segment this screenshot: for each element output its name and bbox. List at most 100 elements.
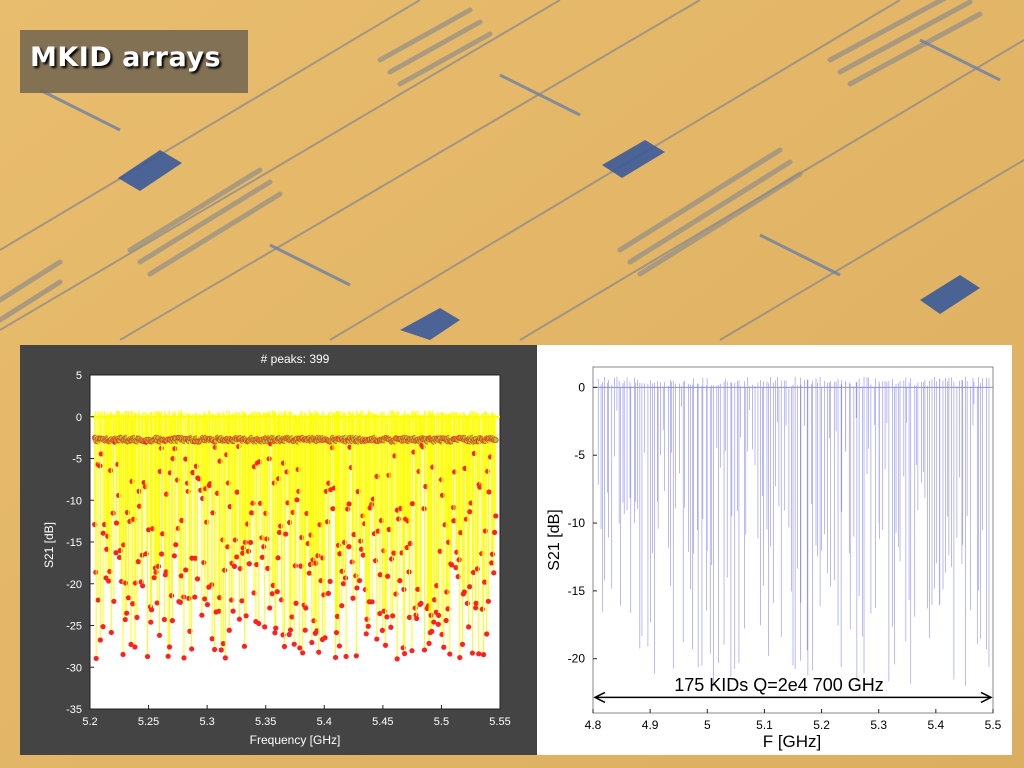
peak-marker	[382, 642, 389, 648]
peak-marker	[436, 612, 442, 618]
peak-marker	[239, 598, 245, 604]
chart-left-annotation: 399 KIDs Q=6e5 350 GHz	[195, 667, 405, 687]
peak-marker	[396, 516, 402, 522]
x-tick-label: 4.8	[585, 718, 602, 732]
peak-marker	[486, 489, 492, 495]
y-tick-label: -35	[66, 704, 82, 716]
peak-marker	[369, 599, 375, 605]
peak-marker	[489, 551, 496, 557]
peak-marker	[325, 590, 332, 597]
peak-marker	[491, 570, 497, 576]
peak-marker	[125, 595, 132, 601]
peak-marker	[291, 641, 297, 647]
peak-marker	[144, 653, 151, 660]
peak-marker	[464, 600, 470, 606]
peak-marker	[429, 628, 435, 634]
peak-marker	[456, 557, 462, 563]
peak-marker	[155, 563, 162, 569]
x-tick-label: 5.5	[985, 718, 1002, 732]
peak-marker	[262, 624, 268, 630]
peak-marker	[124, 610, 130, 616]
peak-marker	[493, 513, 499, 519]
peak-marker	[365, 623, 371, 629]
peak-marker	[123, 580, 129, 586]
x-tick-label: 5.4	[928, 718, 945, 732]
chart-panel-left: 5.2 5.25 5.3 5.35 5.4 5.45 5.5 5.55 5 0 -5 -10 -15 -2…	[20, 345, 537, 755]
y-tick-label: -10	[568, 516, 586, 530]
peak-marker	[199, 612, 205, 618]
peak-marker	[388, 624, 394, 630]
peak-marker	[217, 458, 223, 464]
peak-marker	[317, 522, 323, 528]
peak-marker	[287, 519, 293, 526]
peak-marker	[194, 576, 201, 582]
peak-marker	[302, 627, 308, 633]
y-tick-label: -10	[66, 495, 82, 507]
peak-marker	[349, 559, 355, 565]
baseline-marker	[492, 437, 499, 443]
peak-marker	[294, 497, 300, 503]
peak-marker	[321, 592, 327, 598]
peak-marker	[275, 555, 281, 561]
peak-marker	[340, 581, 347, 587]
peak-marker	[110, 510, 116, 516]
peak-marker	[431, 619, 437, 625]
peak-marker	[390, 613, 396, 619]
chart-right-annotation: 175 KIDs Q=2e4 700 GHz	[674, 675, 884, 695]
peak-marker	[473, 600, 479, 606]
peak-marker	[100, 530, 106, 536]
peak-marker	[467, 584, 473, 590]
peak-marker	[264, 536, 270, 542]
peak-marker	[108, 629, 114, 636]
y-tick-label: -30	[66, 662, 82, 674]
peak-marker	[336, 643, 343, 649]
peak-marker	[261, 544, 267, 550]
peak-marker	[332, 654, 339, 661]
y-tick-label: -5	[72, 454, 82, 466]
peak-marker	[189, 646, 195, 652]
peak-marker	[401, 586, 407, 593]
peak-marker	[435, 621, 441, 627]
peak-marker	[286, 631, 292, 638]
chart-left-xlabel: Frequency [GHz]	[250, 733, 341, 747]
slide-title: MKID arrays	[30, 42, 222, 73]
peak-marker	[234, 554, 240, 560]
peak-marker	[113, 520, 120, 526]
y-tick-label: -15	[568, 584, 586, 598]
chart-panel-right: 4.8 4.9 5 5.1 5.2 5.3 5.4 5.5 0 -5 -10 -15 -20 F [GH…	[537, 345, 1012, 755]
peak-marker	[330, 506, 336, 512]
chart-left-svg: 5.2 5.25 5.3 5.35 5.4 5.45 5.5 5.55 5 0 -5 -10 -15 -2…	[42, 352, 511, 747]
peak-marker	[249, 510, 255, 516]
peak-marker	[439, 492, 446, 498]
peak-marker	[202, 596, 208, 602]
peak-marker	[236, 616, 243, 622]
peak-marker	[139, 583, 146, 589]
peak-marker	[204, 602, 211, 608]
x-tick-label: 5.3	[199, 716, 214, 728]
peak-marker	[267, 605, 273, 611]
peak-marker	[93, 655, 99, 662]
chart-left-ylabel: S21 [dB]	[42, 522, 56, 568]
peak-marker	[169, 618, 175, 624]
peak-marker	[300, 650, 306, 656]
x-tick-label: 5.45	[372, 716, 393, 728]
peak-marker	[313, 560, 319, 566]
x-tick-label: 4.9	[642, 718, 659, 732]
chart-right-xlabel: F [GHz]	[763, 732, 822, 751]
peak-marker	[218, 647, 224, 653]
peak-marker	[447, 651, 453, 657]
peak-marker	[287, 627, 294, 633]
peak-marker	[159, 551, 165, 557]
peak-marker	[354, 585, 360, 591]
y-tick-label: -20	[66, 579, 82, 591]
peak-marker	[474, 566, 481, 572]
peak-marker	[120, 651, 126, 658]
x-tick-label: 5.55	[489, 716, 510, 728]
peak-marker	[230, 608, 236, 614]
peak-marker	[394, 656, 400, 662]
x-tick-label: 5.35	[255, 716, 276, 728]
peak-marker	[356, 577, 363, 584]
peak-marker	[401, 651, 408, 657]
peak-marker	[350, 595, 356, 601]
peak-marker	[441, 644, 447, 650]
